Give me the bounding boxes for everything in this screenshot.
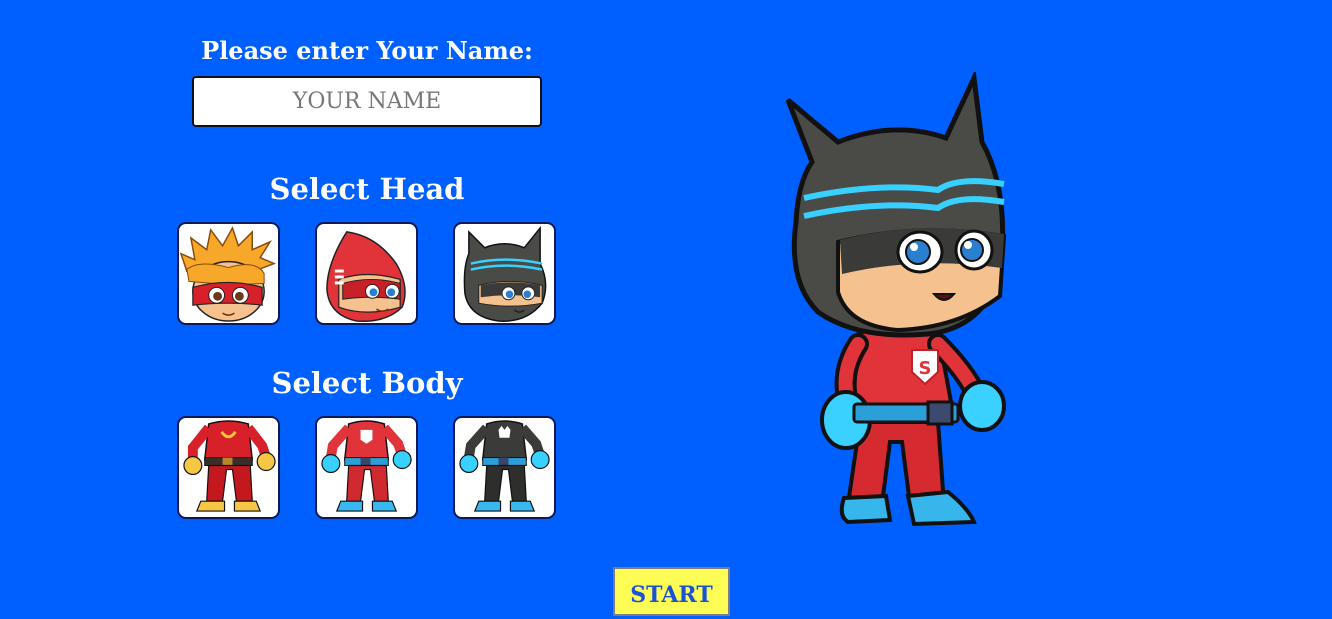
select-body-title: Select Body bbox=[271, 366, 463, 400]
character-preview: S bbox=[778, 69, 1010, 528]
body-option-red-yellow[interactable] bbox=[177, 416, 280, 519]
name-prompt-label: Please enter Your Name: bbox=[201, 36, 533, 65]
body-option-black-blue[interactable] bbox=[453, 416, 556, 519]
character-preview-cat-hero: S bbox=[785, 69, 1007, 527]
flame-hair-hero-head-icon bbox=[179, 226, 277, 322]
red-blue-suit-body-icon bbox=[321, 420, 412, 512]
red-yellow-suit-body-icon bbox=[183, 420, 276, 512]
chest-emblem: S bbox=[919, 358, 932, 379]
select-head-title: Select Head bbox=[269, 172, 465, 206]
start-button[interactable]: START bbox=[613, 567, 730, 616]
head-option-cat[interactable] bbox=[453, 222, 556, 325]
name-input[interactable] bbox=[192, 76, 542, 127]
black-blue-suit-body-icon bbox=[459, 420, 550, 512]
body-option-red-blue[interactable] bbox=[315, 416, 418, 519]
head-option-flame[interactable] bbox=[177, 222, 280, 325]
black-cat-mask-hero-head-icon bbox=[463, 225, 547, 322]
head-option-drop[interactable] bbox=[315, 222, 418, 325]
red-drop-hood-hero-head-icon bbox=[326, 231, 406, 322]
